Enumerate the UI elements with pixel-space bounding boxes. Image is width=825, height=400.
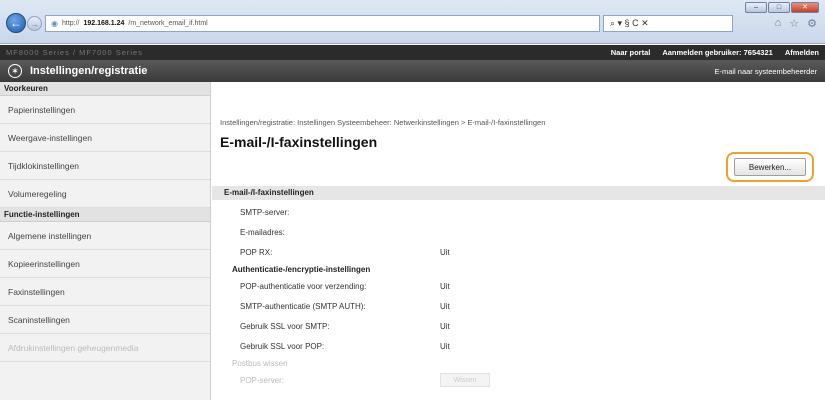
sidebar-item-timer-settings[interactable]: Tijdklokinstellingen [0, 152, 210, 180]
close-window-button[interactable]: ✕ [791, 2, 819, 13]
back-button[interactable]: ← [6, 13, 26, 33]
topbar-links: Naar portal Aanmelden gebruiker: 7654321… [611, 48, 819, 57]
subsection-clear-mailbox: Postbus wissen [212, 356, 825, 370]
address-tools[interactable]: ⌕ ▾ § C ✕ [603, 15, 733, 32]
search-refresh-stop-icons[interactable]: ⌕ ▾ § C ✕ [610, 18, 649, 29]
gear-icon[interactable]: ⚙ [807, 17, 817, 30]
row-value: Uit [440, 301, 450, 311]
page-title: E-mail-/I-faxinstellingen [220, 134, 378, 150]
row-value: Uit [440, 321, 450, 331]
sidebar-item-paper-settings[interactable]: Papierinstellingen [0, 96, 210, 124]
main-content: Instellingen/registratie: Instellingen S… [212, 82, 825, 400]
row-label: Gebruik SSL voor SMTP: [240, 321, 330, 331]
app-topbar: MF8000 Series / MF7000 Series Naar porta… [0, 45, 825, 60]
user-id: 7654321 [743, 48, 773, 57]
row-label: POP RX: [240, 247, 273, 257]
home-icon[interactable]: ⌂ [775, 17, 782, 30]
settings-rows: SMTP-server: E-mailadres: POP RX: Uit Au… [212, 202, 825, 390]
device-name: MF8000 Series / MF7000 Series [6, 48, 143, 57]
row-label: POP-authenticatie voor verzending: [240, 281, 367, 291]
row-label: E-mailadres: [240, 227, 285, 237]
sidebar-item-memory-media-print[interactable]: Afdrukinstellingen geheugenmedia [0, 334, 210, 362]
user-label: Aanmelden gebruiker: [662, 48, 742, 57]
url-path: /m_network_email_if.html [128, 20, 208, 27]
sidebar-group-preferences: Voorkeuren [0, 82, 210, 96]
address-bar[interactable]: ◉ http://192.168.1.24/m_network_email_if… [45, 15, 600, 32]
row-ssl-smtp: Gebruik SSL voor SMTP: Uit [212, 316, 825, 336]
row-label: Postbus wissen [232, 358, 288, 368]
row-value: Uit [440, 341, 450, 351]
edit-button[interactable]: Bewerken... [734, 158, 806, 176]
browser-chrome: – □ ✕ ← → ◉ http://192.168.1.24/m_networ… [0, 0, 825, 44]
sidebar-item-display-settings[interactable]: Weergave-instellingen [0, 124, 210, 152]
edit-button-highlight: Bewerken... [726, 152, 814, 182]
sidebar-item-common-settings[interactable]: Algemene instellingen [0, 222, 210, 250]
url-prefix: http:// [61, 20, 80, 27]
toolbar-icons: ⌂ ☆ ⚙ [775, 17, 817, 30]
wipe-button[interactable]: Wissen [440, 373, 490, 387]
minimize-button[interactable]: – [745, 2, 767, 13]
row-smtp-server: SMTP-server: [212, 202, 825, 222]
favorites-star-icon[interactable]: ☆ [789, 17, 799, 30]
sidebar: Voorkeuren Papierinstellingen Weergave-i… [0, 82, 211, 400]
url-host: 192.168.1.24 [83, 20, 125, 27]
row-value: Uit [440, 247, 450, 257]
row-pop-server: POP-server: Wissen [212, 370, 825, 390]
user-info: Aanmelden gebruiker: 7654321 [662, 48, 772, 57]
row-email-address: E-mailadres: [212, 222, 825, 242]
sidebar-item-copy-settings[interactable]: Kopieerinstellingen [0, 250, 210, 278]
row-ssl-pop: Gebruik SSL voor POP: Uit [212, 336, 825, 356]
forward-button[interactable]: → [27, 16, 42, 31]
portal-link[interactable]: Naar portal [611, 48, 651, 57]
maximize-button[interactable]: □ [768, 2, 790, 13]
mail-admin-link[interactable]: E-mail naar systeembeheerder [714, 67, 817, 76]
settings-logo-icon: ✶ [8, 64, 22, 78]
row-label: Gebruik SSL voor POP: [240, 341, 325, 351]
row-value: Uit [440, 281, 450, 291]
breadcrumb: Instellingen/registratie: Instellingen S… [220, 118, 546, 127]
app-title: Instellingen/registratie [30, 65, 148, 77]
sidebar-item-volume-control[interactable]: Volumeregeling [0, 180, 210, 208]
row-label: SMTP-authenticatie (SMTP AUTH): [240, 301, 366, 311]
row-label: POP-server: [240, 375, 285, 385]
sidebar-item-fax-settings[interactable]: Faxinstellingen [0, 278, 210, 306]
logout-link[interactable]: Afmelden [785, 48, 819, 57]
section-header-email-ifax: E-mail-/I-faxinstellingen [212, 186, 825, 200]
row-label: SMTP-server: [240, 207, 290, 217]
row-pop-auth: POP-authenticatie voor verzending: Uit [212, 276, 825, 296]
row-smtp-auth: SMTP-authenticatie (SMTP AUTH): Uit [212, 296, 825, 316]
subsection-auth-encryption: Authenticatie-/encryptie-instellingen [232, 264, 371, 274]
globe-icon: ◉ [51, 19, 58, 28]
window-controls: – □ ✕ [745, 2, 819, 13]
sidebar-item-scan-settings[interactable]: Scaninstellingen [0, 306, 210, 334]
sidebar-group-function-settings: Functie-instellingen [0, 208, 210, 222]
row-pop-rx: POP RX: Uit [212, 242, 825, 262]
app-titlebar: ✶ Instellingen/registratie E-mail naar s… [0, 60, 825, 82]
